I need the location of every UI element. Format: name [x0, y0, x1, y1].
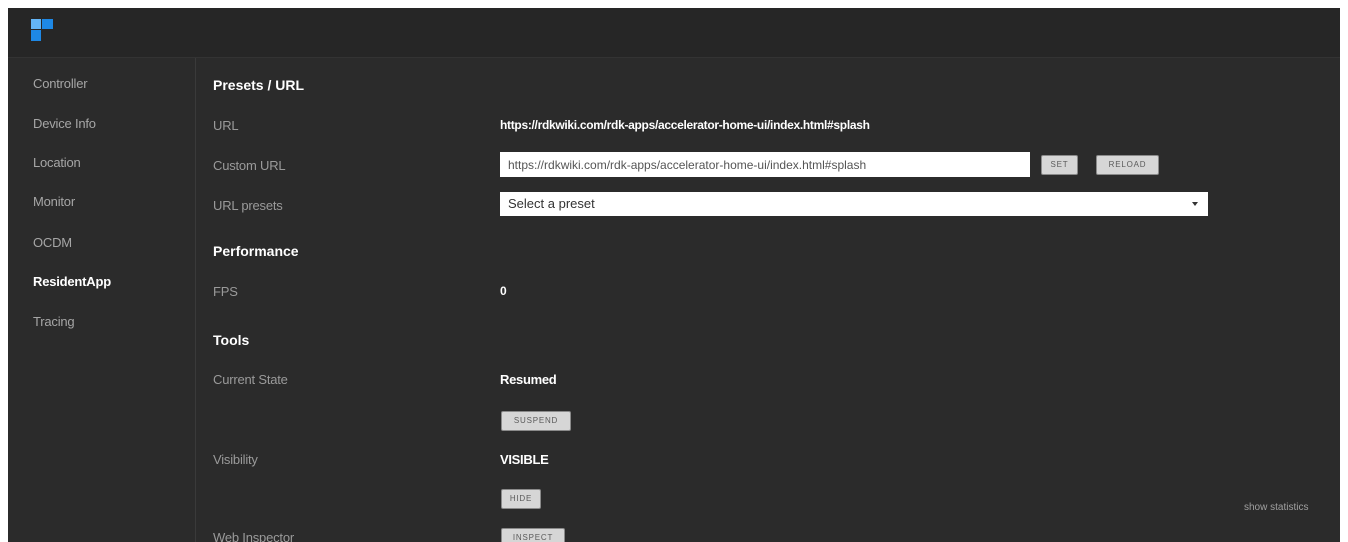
url-presets-label: URL presets: [213, 198, 283, 213]
main-panel: Presets / URL URL https://rdkwiki.com/rd…: [196, 58, 1340, 542]
app-window: Controller Device Info Location Monitor …: [8, 8, 1340, 542]
reload-button[interactable]: RELOAD: [1096, 155, 1159, 175]
top-bar: [8, 8, 1340, 58]
sidebar-item-location[interactable]: Location: [33, 155, 81, 170]
suspend-button[interactable]: SUSPEND: [501, 411, 571, 431]
inspect-button[interactable]: INSPECT: [501, 528, 565, 542]
fps-label: FPS: [213, 284, 238, 299]
hide-button[interactable]: HIDE: [501, 489, 541, 509]
set-button[interactable]: SET: [1041, 155, 1078, 175]
presets-section-title: Presets / URL: [213, 77, 305, 93]
tools-section-title: Tools: [213, 332, 250, 348]
sidebar-item-controller[interactable]: Controller: [33, 76, 88, 91]
url-value: https://rdkwiki.com/rdk-apps/accelerator…: [500, 118, 870, 132]
url-presets-selected: Select a preset: [508, 196, 595, 211]
url-label: URL: [213, 118, 239, 133]
performance-section-title: Performance: [213, 243, 299, 259]
sidebar-item-residentapp[interactable]: ResidentApp: [33, 274, 111, 289]
sidebar: Controller Device Info Location Monitor …: [8, 58, 196, 542]
fps-value: 0: [500, 284, 507, 298]
current-state-value: Resumed: [500, 372, 557, 387]
show-statistics-link[interactable]: show statistics: [1244, 502, 1308, 513]
sidebar-item-monitor[interactable]: Monitor: [33, 194, 75, 209]
caret-down-icon: [1192, 202, 1198, 206]
sidebar-item-device-info[interactable]: Device Info: [33, 116, 96, 131]
custom-url-input[interactable]: [500, 152, 1030, 177]
visibility-label: Visibility: [213, 452, 258, 467]
custom-url-label: Custom URL: [213, 158, 286, 173]
url-presets-select[interactable]: Select a preset: [500, 192, 1208, 216]
logo-icon[interactable]: [31, 19, 53, 41]
sidebar-item-ocdm[interactable]: OCDM: [33, 235, 72, 250]
current-state-label: Current State: [213, 372, 288, 387]
sidebar-item-tracing[interactable]: Tracing: [33, 314, 75, 329]
visibility-value: VISIBLE: [500, 452, 549, 467]
web-inspector-label: Web Inspector: [213, 530, 294, 542]
